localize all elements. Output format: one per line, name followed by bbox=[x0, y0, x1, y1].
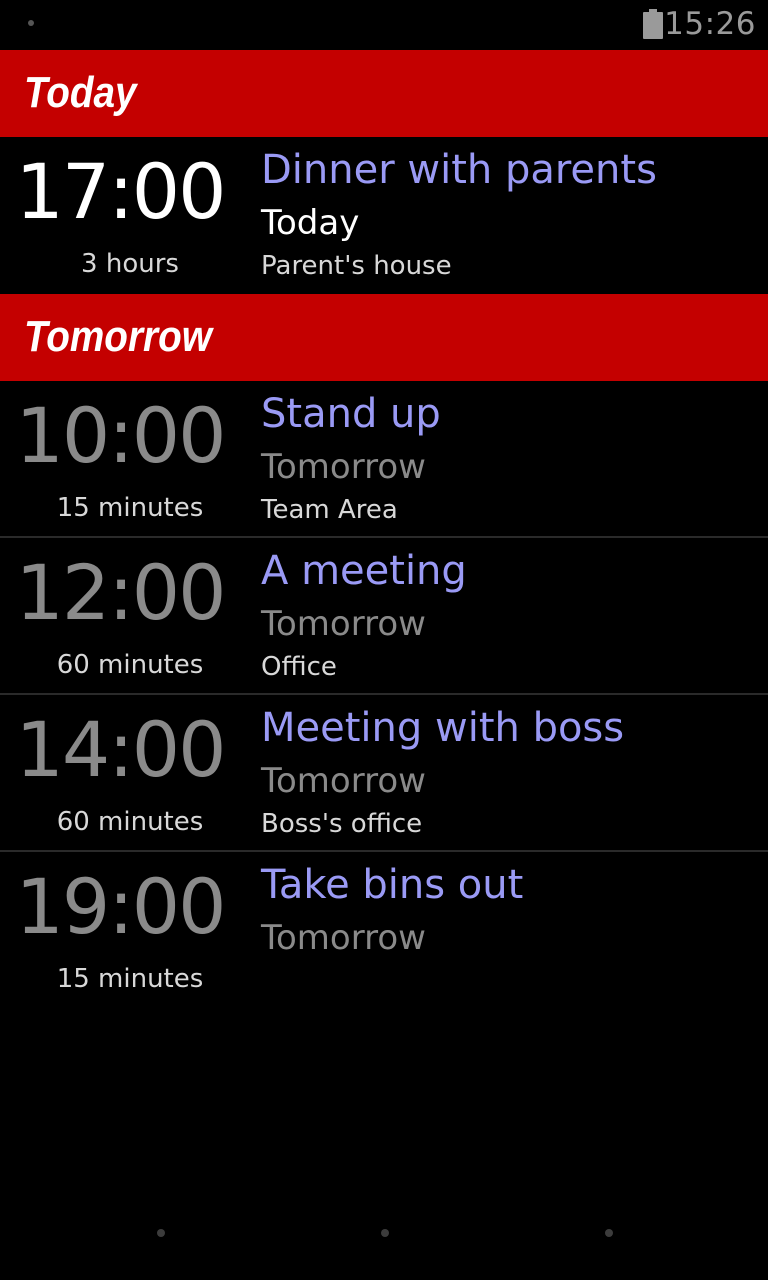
event-row[interactable]: 17:00 3 hours Dinner with parents Today … bbox=[0, 137, 768, 293]
section-header-tomorrow: Tomorrow bbox=[0, 294, 768, 381]
event-location: Team Area bbox=[261, 495, 398, 525]
event-row[interactable]: 10:00 15 minutes Stand up Tomorrow Team … bbox=[0, 381, 768, 537]
section-header-today: Today bbox=[0, 50, 768, 137]
section-label: Today bbox=[24, 68, 137, 117]
event-title: Meeting with boss bbox=[261, 705, 625, 751]
page-indicator-dot bbox=[605, 1229, 613, 1237]
event-row[interactable]: 14:00 60 minutes Meeting with boss Tomor… bbox=[0, 695, 768, 851]
event-day: Tomorrow bbox=[261, 447, 426, 487]
event-title: A meeting bbox=[261, 548, 467, 594]
section-label: Tomorrow bbox=[24, 312, 212, 361]
page-indicator-dot bbox=[157, 1229, 165, 1237]
event-time: 17:00 bbox=[15, 147, 226, 236]
event-time: 19:00 bbox=[15, 862, 226, 951]
event-time: 12:00 bbox=[15, 548, 226, 637]
notification-dot-icon bbox=[28, 20, 34, 26]
event-title: Dinner with parents bbox=[261, 147, 657, 193]
battery-icon bbox=[643, 9, 663, 39]
event-duration: 60 minutes bbox=[56, 650, 204, 680]
event-duration: 15 minutes bbox=[56, 964, 204, 994]
event-day: Tomorrow bbox=[261, 761, 426, 801]
event-title: Stand up bbox=[261, 391, 441, 437]
event-day: Tomorrow bbox=[261, 604, 426, 644]
status-clock: 15:26 bbox=[664, 6, 756, 42]
event-location: Boss's office bbox=[261, 809, 423, 839]
event-duration: 3 hours bbox=[81, 249, 179, 279]
page-indicator-dot bbox=[381, 1229, 389, 1237]
event-duration: 15 minutes bbox=[56, 493, 204, 523]
event-time: 10:00 bbox=[15, 391, 226, 480]
event-day: Tomorrow bbox=[261, 918, 426, 958]
event-title: Take bins out bbox=[261, 862, 524, 908]
event-location: Office bbox=[261, 652, 337, 682]
event-duration: 60 minutes bbox=[56, 807, 204, 837]
event-location: Parent's house bbox=[261, 251, 452, 281]
event-time: 14:00 bbox=[15, 705, 226, 794]
status-bar: 15:26 bbox=[0, 0, 768, 50]
event-day: Today bbox=[261, 203, 360, 243]
event-row[interactable]: 12:00 60 minutes A meeting Tomorrow Offi… bbox=[0, 538, 768, 694]
event-row[interactable]: 19:00 15 minutes Take bins out Tomorrow bbox=[0, 852, 768, 1008]
